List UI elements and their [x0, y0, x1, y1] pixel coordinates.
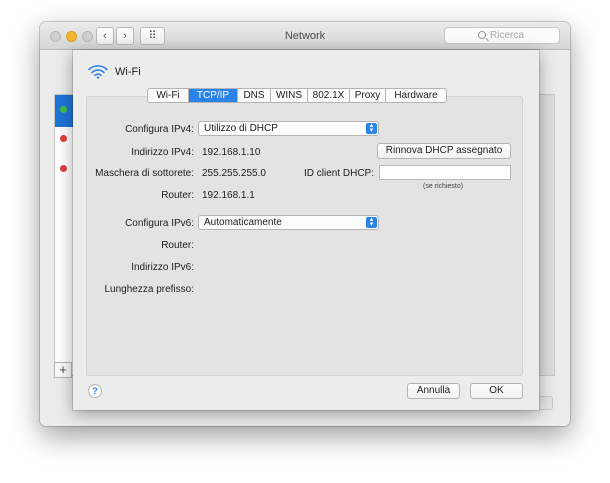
ipv4-config-value: Utilizzo di DHCP: [204, 123, 278, 134]
cancel-button[interactable]: Annulla: [407, 383, 460, 399]
tab-bar: Wi-Fi TCP/IP DNS WINS 802.1X Proxy Hardw…: [147, 88, 447, 103]
prefix-length-label: Lunghezza prefisso:: [104, 284, 194, 295]
ipv4-address-label: Indirizzo IPv4:: [131, 147, 194, 158]
ipv6-router-label: Router:: [161, 240, 194, 251]
tab-proxy[interactable]: Proxy: [350, 89, 386, 102]
background-advanced-button: [537, 396, 553, 410]
router-label: Router:: [161, 190, 194, 201]
ok-button[interactable]: OK: [470, 383, 523, 399]
status-dot-disconnected: [60, 165, 67, 172]
background-details-pane: [537, 94, 555, 376]
tab-tcp-ip[interactable]: TCP/IP: [189, 89, 238, 102]
title-bar: ‹ › ⠿ Network Ricerca: [40, 22, 570, 50]
ipv6-address-label: Indirizzo IPv6:: [131, 262, 194, 273]
dhcp-client-id-field[interactable]: [379, 165, 511, 180]
search-placeholder: Ricerca: [490, 30, 524, 41]
status-dot-disconnected: [60, 135, 67, 142]
updown-arrows-icon: ▴ ▾: [366, 216, 377, 228]
dhcp-client-id-label: ID client DHCP:: [303, 168, 374, 179]
router-value: 192.168.1.1: [202, 190, 255, 201]
tab-wifi[interactable]: Wi-Fi: [148, 89, 189, 102]
subnet-mask-label: Maschera di sottorete:: [95, 168, 194, 179]
tab-dns[interactable]: DNS: [238, 89, 271, 102]
dhcp-client-id-hint: (se richiesto): [423, 183, 464, 190]
ipv4-address-value: 192.168.1.10: [202, 147, 261, 158]
tab-802-1x[interactable]: 802.1X: [308, 89, 350, 102]
wifi-icon: [88, 65, 108, 79]
status-dot-connected: [60, 106, 67, 113]
tab-content-panel: [86, 96, 523, 376]
add-service-button[interactable]: +: [54, 362, 72, 378]
ipv6-config-select[interactable]: Automaticamente ▴ ▾: [198, 215, 379, 230]
renew-dhcp-button[interactable]: Rinnova DHCP assegnato: [377, 143, 511, 159]
search-field[interactable]: Ricerca: [444, 27, 560, 44]
search-icon: [478, 31, 486, 39]
subnet-mask-value: 255.255.255.0: [202, 168, 266, 179]
ipv6-config-label: Configura IPv6:: [125, 218, 194, 229]
ipv6-config-value: Automaticamente: [204, 217, 282, 228]
ipv4-config-select[interactable]: Utilizzo di DHCP ▴ ▾: [198, 121, 379, 136]
sheet-title: Wi-Fi: [115, 66, 141, 78]
help-button[interactable]: ?: [88, 384, 102, 398]
ipv4-config-label: Configura IPv4:: [125, 124, 194, 135]
updown-arrows-icon: ▴ ▾: [366, 122, 377, 134]
tab-wins[interactable]: WINS: [271, 89, 308, 102]
plus-icon: +: [59, 362, 67, 377]
tab-hardware[interactable]: Hardware: [386, 89, 446, 102]
